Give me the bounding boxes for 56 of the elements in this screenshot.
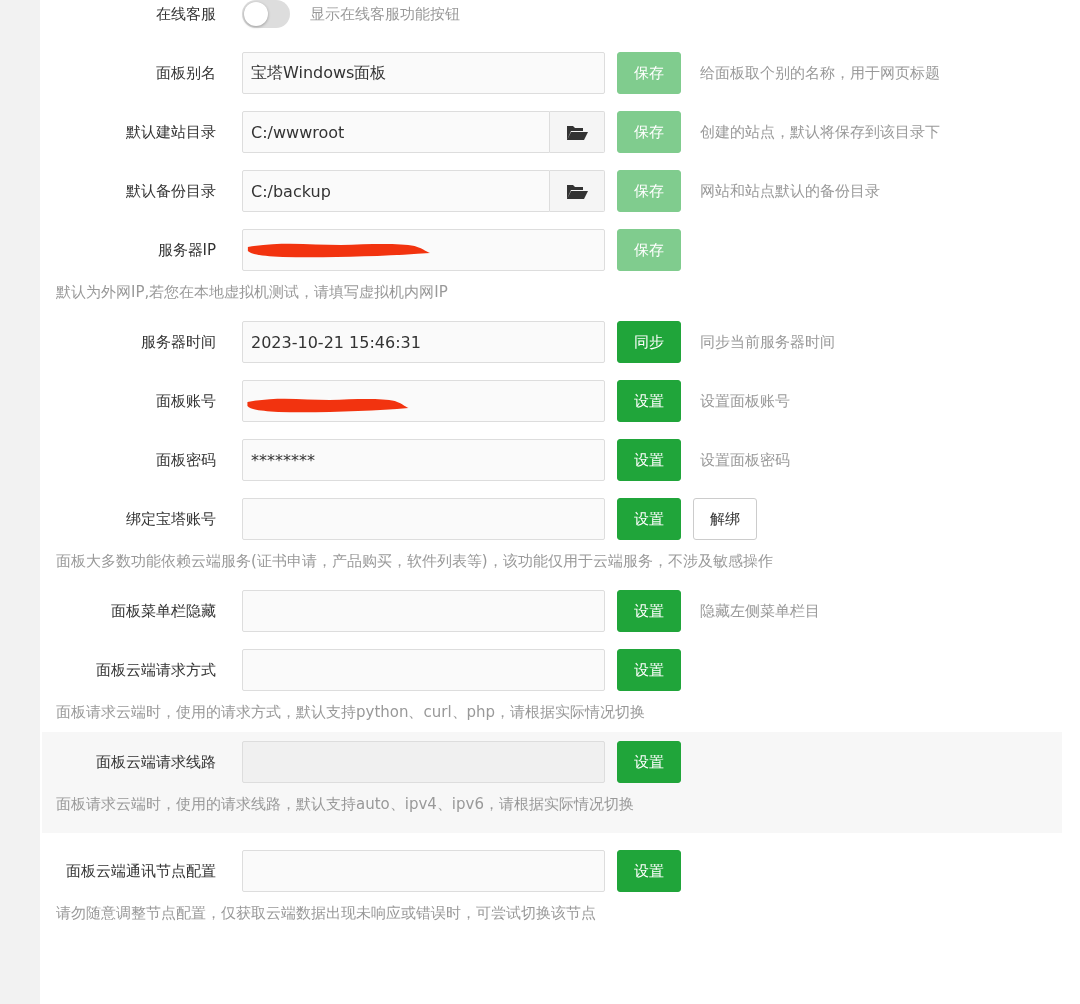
input-field[interactable]: C:/wwwroot — [242, 111, 550, 153]
setting-note: 面板请求云端时，使用的请求方式，默认支持python、curl、php，请根据实际情况切换 — [55, 702, 647, 723]
folder-icon — [566, 124, 588, 140]
setting-label: 面板密码 — [155, 450, 216, 470]
action-button[interactable]: 设置 — [617, 380, 681, 422]
setting-label: 面板菜单栏隐藏 — [110, 601, 216, 621]
input-field[interactable] — [242, 498, 605, 540]
input-field[interactable] — [242, 229, 605, 271]
setting-label: 面板云端通讯节点配置 — [65, 861, 216, 881]
setting-description: 给面板取个别的名称，用于网页标题 — [700, 63, 940, 83]
setting-description: 同步当前服务器时间 — [700, 332, 835, 352]
setting-note: 默认为外网IP,若您在本地虚拟机测试，请填写虚拟机内网IP — [55, 282, 449, 303]
setting-label: 绑定宝塔账号 — [125, 509, 216, 529]
setting-note: 请勿随意调整节点配置，仅获取云端数据出现未响应或错误时，可尝试切换该节点 — [55, 903, 597, 924]
setting-label: 面板云端请求线路 — [95, 752, 216, 772]
setting-description: 创建的站点，默认将保存到该目录下 — [700, 122, 940, 142]
input-field[interactable] — [242, 380, 605, 422]
folder-icon — [566, 183, 588, 199]
folder-button[interactable] — [550, 111, 605, 153]
toggle-switch[interactable] — [242, 0, 290, 28]
input-field[interactable]: ******** — [242, 439, 605, 481]
input-field[interactable] — [242, 850, 605, 892]
setting-label: 面板别名 — [155, 63, 216, 83]
input-field[interactable]: C:/backup — [242, 170, 550, 212]
input-field[interactable] — [242, 741, 605, 783]
setting-label: 面板账号 — [155, 391, 216, 411]
action-button[interactable]: 保存 — [617, 111, 681, 153]
setting-description: 设置面板密码 — [700, 450, 790, 470]
setting-label: 服务器IP — [156, 240, 216, 260]
setting-description: 隐藏左侧菜单栏目 — [700, 601, 820, 621]
setting-description: 显示在线客服功能按钮 — [310, 4, 460, 24]
setting-label: 服务器时间 — [140, 332, 216, 352]
action-button[interactable]: 设置 — [617, 741, 681, 783]
action-button[interactable]: 同步 — [617, 321, 681, 363]
action-button[interactable]: 解绑 — [693, 498, 757, 540]
setting-description: 网站和站点默认的备份目录 — [700, 181, 880, 201]
setting-description: 设置面板账号 — [700, 391, 790, 411]
folder-button[interactable] — [550, 170, 605, 212]
input-field[interactable] — [242, 590, 605, 632]
setting-label: 默认备份目录 — [125, 181, 216, 201]
input-field[interactable]: 2023-10-21 15:46:31 — [242, 321, 605, 363]
action-button[interactable]: 设置 — [617, 590, 681, 632]
input-field[interactable]: 宝塔Windows面板 — [242, 52, 605, 94]
action-button[interactable]: 设置 — [617, 649, 681, 691]
input-field[interactable] — [242, 649, 605, 691]
action-button[interactable]: 设置 — [617, 850, 681, 892]
action-button[interactable]: 保存 — [617, 52, 681, 94]
action-button[interactable]: 保存 — [617, 170, 681, 212]
action-button[interactable]: 设置 — [617, 498, 681, 540]
setting-note: 面板大多数功能依赖云端服务(证书申请，产品购买，软件列表等)，该功能仅用于云端服务，不涉及敏感操作 — [55, 551, 774, 572]
setting-label: 面板云端请求方式 — [95, 660, 216, 680]
setting-label: 在线客服 — [155, 4, 216, 24]
setting-note: 面板请求云端时，使用的请求线路，默认支持auto、ipv4、ipv6，请根据实际情况切换 — [55, 794, 635, 815]
action-button[interactable]: 设置 — [617, 439, 681, 481]
action-button[interactable]: 保存 — [617, 229, 681, 271]
setting-label: 默认建站目录 — [125, 122, 216, 142]
